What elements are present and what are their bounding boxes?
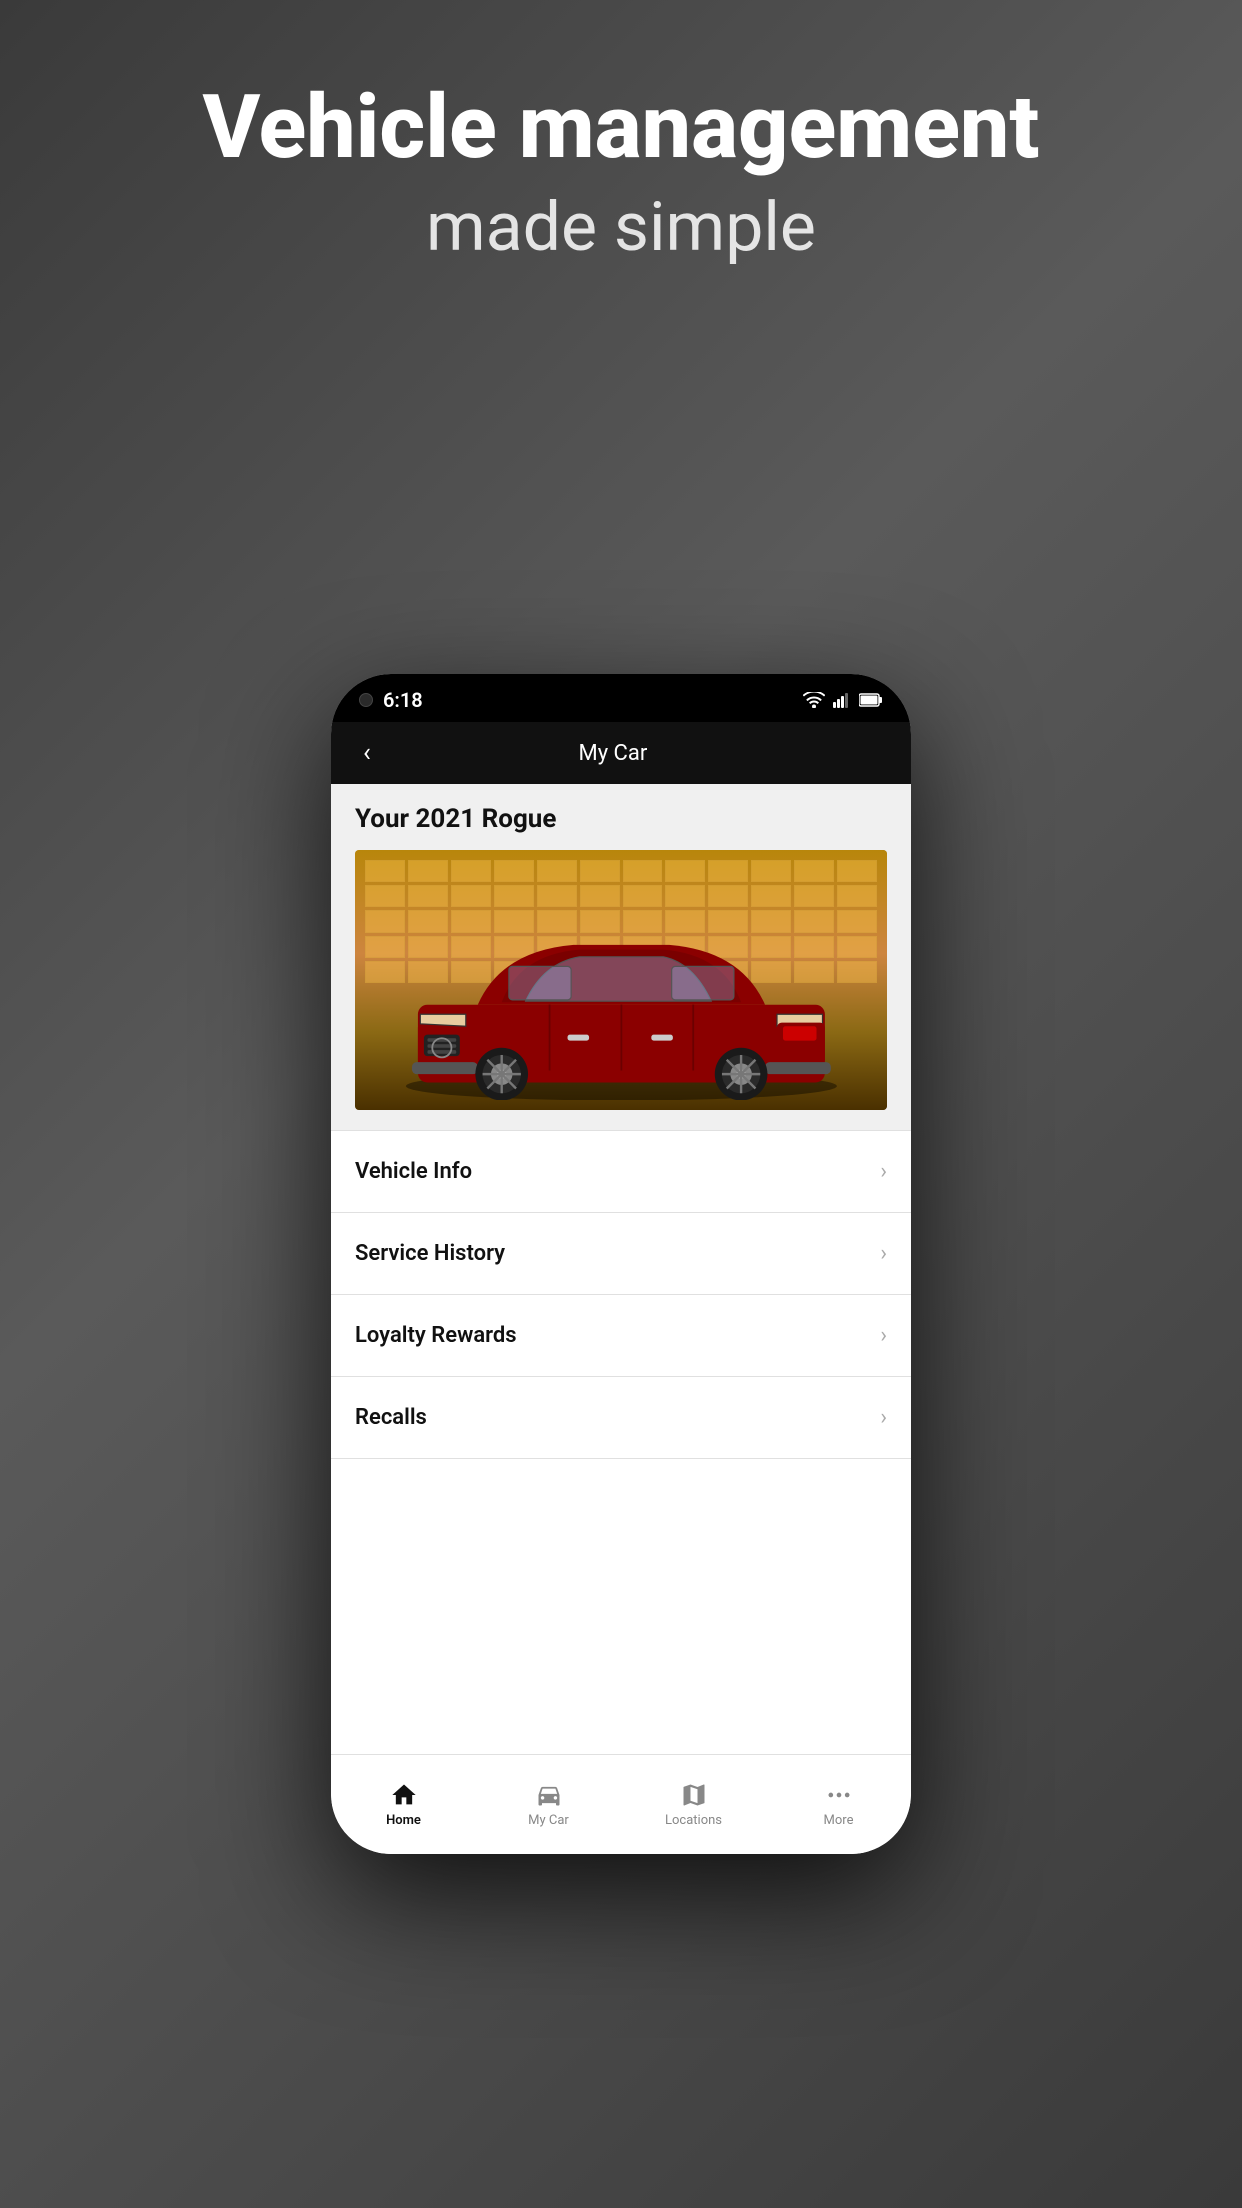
recalls-label: Recalls [355,1405,427,1430]
navigation-bar: ‹ My Car [331,722,911,784]
chevron-right-icon: › [880,1405,887,1430]
nav-title: My Car [379,741,847,766]
window [751,860,791,882]
card-spacing [355,1110,887,1130]
menu-item-loyalty-rewards[interactable]: Loyalty Rewards › [331,1295,911,1377]
bg-subtitle: made simple [426,187,816,267]
more-dots-icon [825,1781,853,1809]
status-time: 6:18 [383,688,423,712]
signal-icon [833,692,851,708]
menu-item-recalls[interactable]: Recalls › [331,1377,911,1459]
chevron-right-icon: › [880,1323,887,1348]
chevron-right-icon: › [880,1241,887,1266]
window [665,860,705,882]
tab-locations[interactable]: Locations [621,1755,766,1854]
window [837,860,877,882]
tab-my-car[interactable]: My Car [476,1755,621,1854]
back-button[interactable]: ‹ [355,734,379,772]
menu-list: Vehicle Info › Service History › Loyalty… [331,1130,911,1459]
window [623,860,663,882]
camera-icon [359,693,373,707]
battery-icon [859,693,883,707]
phone-screen: 6:18 [331,674,911,1854]
window [365,860,405,882]
window [580,860,620,882]
window [708,860,748,882]
tab-home-label: Home [386,1813,421,1828]
wifi-icon [803,692,825,708]
tab-home[interactable]: Home [331,1755,476,1854]
tab-my-car-label: My Car [528,1813,569,1828]
car-svg [382,885,861,1100]
window [408,860,448,882]
tab-more-label: More [824,1813,854,1828]
phone-frame: 6:18 [331,674,911,1854]
content-spacer [331,1459,911,1754]
bg-title: Vehicle management [203,80,1040,177]
status-bar: 6:18 [331,674,911,722]
menu-item-vehicle-info[interactable]: Vehicle Info › [331,1131,911,1213]
vehicle-info-label: Vehicle Info [355,1159,472,1184]
service-history-label: Service History [355,1241,505,1266]
car-card-title: Your 2021 Rogue [355,804,887,834]
window [794,860,834,882]
chevron-right-icon: › [880,1159,887,1184]
window [537,860,577,882]
tab-locations-label: Locations [665,1813,722,1828]
car-image [355,850,887,1110]
loyalty-rewards-label: Loyalty Rewards [355,1323,517,1348]
car-icon [535,1781,563,1809]
main-content: Your 2021 Rogue [331,784,911,1754]
window [494,860,534,882]
tab-bar: Home My Car Locations More [331,1754,911,1854]
status-left: 6:18 [359,688,423,712]
menu-item-service-history[interactable]: Service History › [331,1213,911,1295]
home-icon [390,1781,418,1809]
map-icon [680,1781,708,1809]
tab-more[interactable]: More [766,1755,911,1854]
status-icons [803,692,883,708]
window [451,860,491,882]
car-card: Your 2021 Rogue [331,784,911,1130]
